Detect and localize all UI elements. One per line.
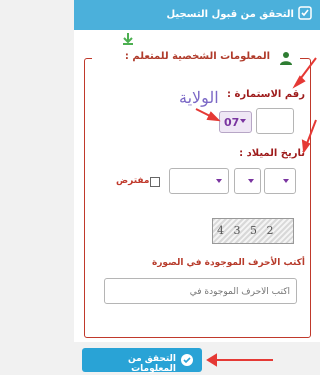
wilaya-annotation: الولاية <box>179 88 219 107</box>
annotation-arrow <box>206 353 217 367</box>
captcha-text: 4 3 5 2 <box>217 224 277 237</box>
birth-date-label: تاريخ الميلاد : <box>239 148 305 159</box>
form-number-input[interactable] <box>256 108 294 134</box>
form-number-label: رقم الاستمارة : <box>226 89 305 100</box>
probable-label: مفترض <box>116 176 150 186</box>
birth-day-select[interactable] <box>264 168 296 194</box>
verify-button[interactable]: التحقق من المعلومات <box>82 348 202 374</box>
check-square-icon <box>298 6 312 20</box>
chevron-down-icon <box>283 179 289 183</box>
user-icon <box>280 52 292 65</box>
captcha-image: 4 3 5 2 <box>212 218 294 244</box>
state-value: 07 <box>224 116 240 129</box>
state-select[interactable]: 07 <box>219 111 252 133</box>
fieldset-legend: المعلومات الشخصية للمتعلم : <box>92 50 300 66</box>
birth-month-select[interactable] <box>234 168 261 194</box>
chevron-down-icon <box>240 119 246 123</box>
birth-year-select[interactable] <box>169 168 229 194</box>
top-bar[interactable]: التحقق من قبول التسجيل <box>74 0 320 30</box>
top-bar-title: التحقق من قبول التسجيل <box>166 9 294 20</box>
verify-button-label: التحقق من المعلومات <box>127 354 176 374</box>
letters-field[interactable] <box>104 278 297 304</box>
check-circle-icon <box>181 354 193 366</box>
probable-checkbox[interactable] <box>150 177 160 187</box>
download-icon <box>123 33 133 45</box>
legend-text: المعلومات الشخصية للمتعلم : <box>124 51 270 62</box>
letters-label: أكتب الأحرف الموجودة في الصورة <box>151 258 305 268</box>
chevron-down-icon <box>248 179 254 183</box>
letters-input[interactable] <box>105 280 296 304</box>
chevron-down-icon <box>216 179 222 183</box>
